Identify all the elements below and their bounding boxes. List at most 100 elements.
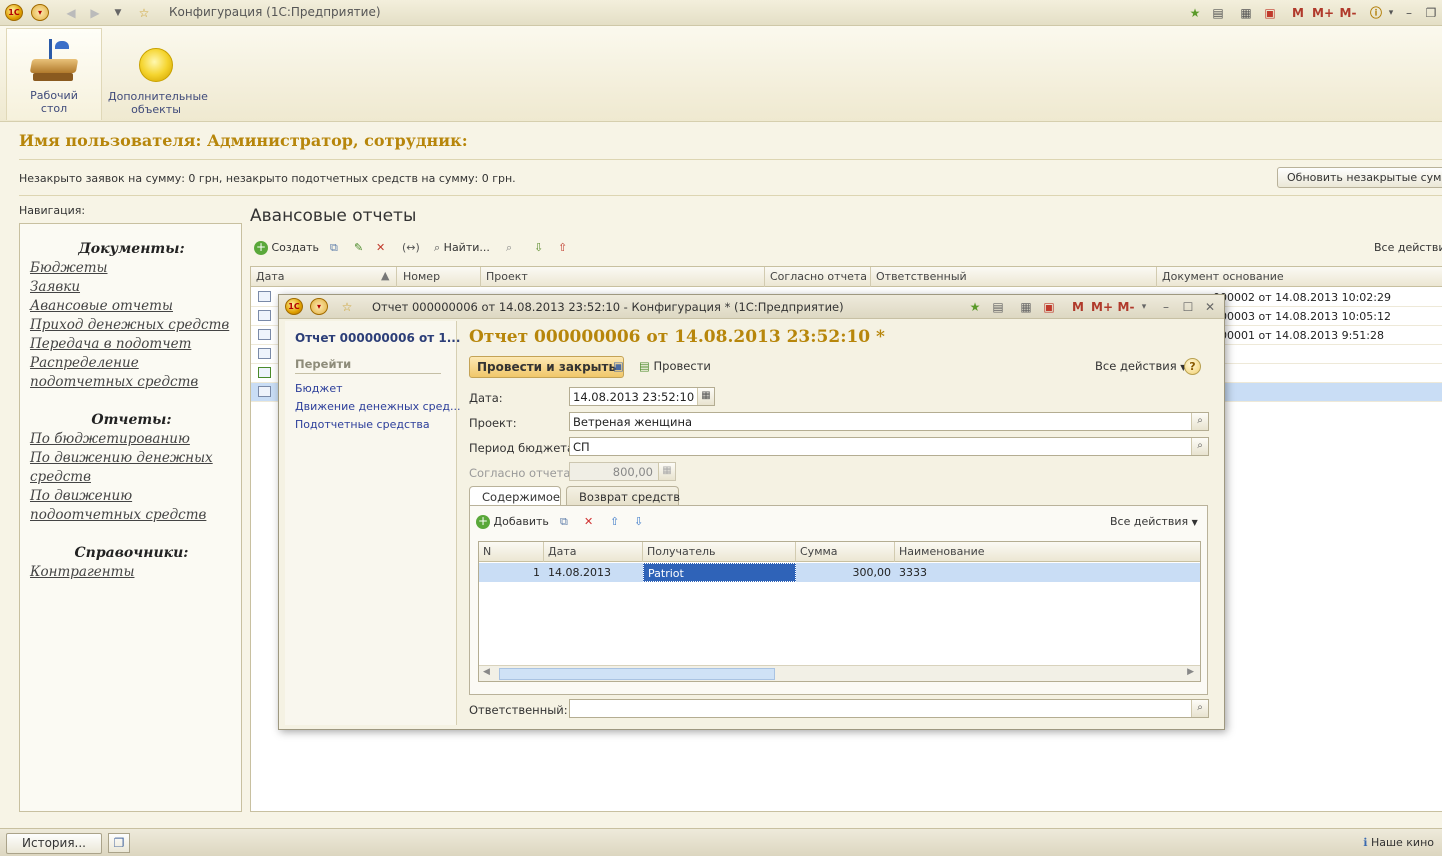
nav-link-counterparties[interactable]: Контрагенты <box>30 564 134 580</box>
column-header[interactable]: Номер <box>398 267 481 287</box>
close-icon[interactable]: ✕ <box>1203 298 1217 316</box>
print-icon[interactable]: ▤ <box>991 298 1005 316</box>
memory-mminus-button[interactable]: M- <box>1115 298 1137 316</box>
memory-mplus-button[interactable]: M+ <box>1091 298 1113 316</box>
favorites-star-icon[interactable]: ☆ <box>339 298 355 316</box>
calculator-icon[interactable]: ▦ <box>1238 4 1254 22</box>
nav-link-report-accountable[interactable]: По движению <box>30 488 132 504</box>
nav-link-budgets[interactable]: Бюджеты <box>30 260 108 276</box>
post-icon[interactable]: (↔) <box>402 238 420 258</box>
table-row[interactable]: 1 14.08.2013 Patriot 300,00 3333 <box>479 563 1200 582</box>
minimize-icon[interactable]: – <box>1402 4 1416 22</box>
responsible-field[interactable]: ⌕ <box>569 699 1209 718</box>
nav-link-distribution[interactable]: Распределение <box>30 355 139 371</box>
memory-m-button[interactable]: M <box>1290 4 1306 22</box>
sort-asc-icon[interactable]: ▲ <box>379 267 397 287</box>
favorites-add-icon[interactable]: ★ <box>1186 4 1204 22</box>
calendar-icon[interactable]: ▣ <box>1262 4 1278 22</box>
copy-row-icon[interactable]: ⧉ <box>560 512 568 532</box>
nav-link-report-accountable[interactable]: подоотчетных средств <box>30 507 206 523</box>
help-icon[interactable]: ? <box>1184 358 1201 375</box>
nav-link-transfer-to-account[interactable]: Передача в подотчет <box>30 336 191 352</box>
memory-m-button[interactable]: M <box>1071 298 1085 316</box>
search-icon[interactable]: ⌕ <box>1191 413 1208 430</box>
window-dropdown-icon[interactable]: ▾ <box>1139 298 1149 316</box>
nav-link-distribution[interactable]: подотчетных средств <box>30 374 198 390</box>
favorites-star-icon[interactable]: ☆ <box>135 4 153 22</box>
forward-arrow-icon[interactable]: ▶ <box>88 4 102 22</box>
edit-pencil-icon[interactable]: ✎ <box>354 238 363 258</box>
scrollbar-thumb[interactable] <box>499 668 775 680</box>
column-header[interactable]: Дата <box>544 542 643 562</box>
import-icon[interactable]: ⇧ <box>558 238 567 258</box>
scroll-left-icon[interactable]: ◀ <box>483 667 490 677</box>
info-icon[interactable]: ⓘ <box>1367 4 1385 22</box>
move-down-icon[interactable]: ⇩ <box>634 512 643 532</box>
column-header[interactable]: Получатель <box>643 542 796 562</box>
modal-nav-title[interactable]: Отчет 000000006 от 1... <box>295 331 460 345</box>
column-header[interactable]: Проект <box>481 267 765 287</box>
budget-period-field[interactable]: СП ⌕ <box>569 437 1209 456</box>
row-number-cell[interactable]: 1 <box>479 563 544 582</box>
cancel-search-icon[interactable]: ⌕ <box>506 238 512 258</box>
info-dropdown-icon[interactable]: ▾ <box>1386 4 1396 22</box>
calendar-picker-icon[interactable]: ▦ <box>697 388 714 405</box>
row-name-cell[interactable]: 3333 <box>895 563 1195 582</box>
tab-contents[interactable]: Содержимое <box>469 486 561 506</box>
nav-link-requests[interactable]: Заявки <box>30 279 80 295</box>
main-menu-icon[interactable]: ▾ <box>31 4 49 21</box>
move-up-icon[interactable]: ⇧ <box>610 512 619 532</box>
section-extra-objects[interactable]: Дополнительные объекты <box>108 28 208 120</box>
restore-icon[interactable]: ❐ <box>1424 4 1438 22</box>
column-header[interactable]: Сумма <box>796 542 895 562</box>
search-icon[interactable]: ⌕ <box>1191 700 1208 717</box>
horizontal-scrollbar[interactable]: ◀ ▶ <box>479 665 1200 681</box>
create-button[interactable]: + Создать <box>254 238 319 258</box>
back-arrow-icon[interactable]: ◀ <box>64 4 78 22</box>
copy-icon[interactable]: ⧉ <box>330 238 338 258</box>
refresh-unclosed-button[interactable]: Обновить незакрытые суммы <box>1277 167 1442 188</box>
modal-nav-link-budget[interactable]: Бюджет <box>295 382 343 395</box>
nav-link-advance-reports[interactable]: Авансовые отчеты <box>30 298 173 314</box>
post-and-close-button[interactable]: Провести и закрыть <box>469 356 625 378</box>
nav-link-report-cash-flow[interactable]: По движению денежных <box>30 450 213 466</box>
favorites-add-icon[interactable]: ★ <box>967 298 983 316</box>
history-dropdown-icon[interactable]: ▼ <box>112 4 124 22</box>
all-actions-menu[interactable]: Все действия ▼ <box>1095 359 1186 373</box>
post-button[interactable]: ▤ Провести <box>639 359 711 373</box>
calculator-icon[interactable]: ▦ <box>1019 298 1033 316</box>
nav-link-cash-income[interactable]: Приход денежных средств <box>30 317 229 333</box>
table-all-actions-menu[interactable]: Все действия ▼ <box>1110 512 1198 532</box>
calendar-icon[interactable]: ▣ <box>1042 298 1056 316</box>
row-sum-cell[interactable]: 300,00 <box>796 563 895 582</box>
date-field[interactable]: 14.08.2013 23:52:10 ▦ <box>569 387 715 406</box>
maximize-icon[interactable]: ☐ <box>1181 298 1195 316</box>
row-date-cell[interactable]: 14.08.2013 <box>544 563 643 582</box>
column-header[interactable]: Документ основание <box>1157 267 1442 287</box>
row-recipient-cell[interactable]: Patriot <box>643 563 796 582</box>
delete-row-icon[interactable]: ✕ <box>584 512 593 532</box>
history-button[interactable]: История... <box>6 833 102 854</box>
column-header[interactable]: N <box>479 542 544 562</box>
memory-mplus-button[interactable]: M+ <box>1312 4 1334 22</box>
scroll-right-icon[interactable]: ▶ <box>1187 667 1194 677</box>
find-button[interactable]: ⌕ Найти... <box>434 238 490 258</box>
nav-link-report-cash-flow[interactable]: средств <box>30 469 91 485</box>
project-field[interactable]: Ветреная женщина ⌕ <box>569 412 1209 431</box>
section-desktop[interactable]: Рабочий стол <box>6 28 102 120</box>
modal-nav-link-cash-flow[interactable]: Движение денежных сред... <box>295 400 461 413</box>
column-header[interactable]: Дата <box>251 267 397 287</box>
1c-logo-icon[interactable]: 1С <box>5 4 23 21</box>
print-icon[interactable]: ▤ <box>1210 4 1226 22</box>
minimize-icon[interactable]: – <box>1159 298 1173 316</box>
all-actions-menu[interactable]: Все действия <box>1374 238 1442 258</box>
search-icon[interactable]: ⌕ <box>1191 438 1208 455</box>
memory-mminus-button[interactable]: M- <box>1337 4 1359 22</box>
windows-list-icon[interactable]: ❐ <box>108 833 130 853</box>
export-icon[interactable]: ⇩ <box>534 238 543 258</box>
tab-refund[interactable]: Возврат средств <box>566 486 680 506</box>
column-header[interactable]: Наименование <box>895 542 1200 562</box>
save-icon[interactable]: ▣ <box>613 359 624 373</box>
1c-logo-icon[interactable]: 1С <box>285 298 303 315</box>
column-header[interactable]: Ответственный <box>871 267 1157 287</box>
